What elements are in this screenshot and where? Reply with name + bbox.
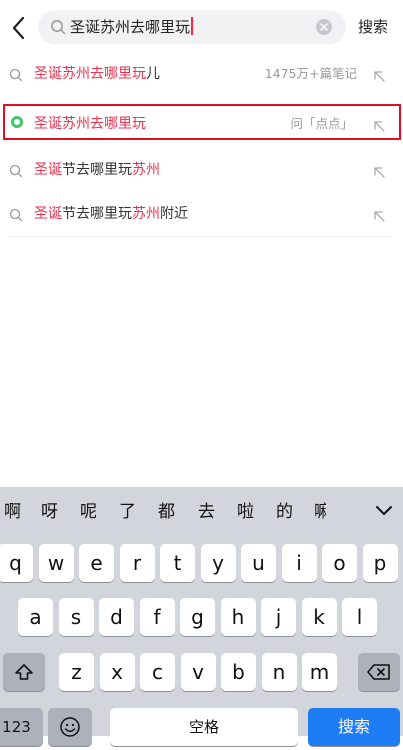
highlight-text: 圣诞 [34,206,62,222]
numbers-key[interactable]: 123 [0,708,43,746]
suggestion-item[interactable]: 圣诞节去哪里玩苏州 [0,152,403,188]
candidate-bar: 啊呀呢了都 去啦的嘛 [0,487,403,537]
delete-key[interactable] [358,653,400,691]
key-a[interactable]: a [18,598,53,636]
shift-key[interactable] [3,653,45,691]
search-icon [9,207,23,222]
key-r[interactable]: r [119,544,155,582]
back-icon[interactable] [9,14,29,42]
suggestion-item[interactable]: 圣诞苏州去哪里玩 问「点点」 [3,104,401,140]
suggestion-text: 圣诞节去哪里玩苏州附近 [34,203,188,225]
go-key[interactable]: 搜索 [308,708,400,746]
key-s[interactable]: s [58,598,94,636]
candidate-word[interactable]: 都 [158,501,175,523]
chevron-down-icon[interactable] [374,503,394,517]
highlight-text: 圣诞苏州去哪里玩 [34,66,146,82]
candidate-word[interactable]: 啦 [237,501,254,523]
key-u[interactable]: u [241,544,276,582]
highlight-text: 圣诞苏州去哪里玩 [34,116,146,132]
key-f[interactable]: f [139,598,175,636]
key-n[interactable]: n [261,653,297,691]
key-o[interactable]: o [322,544,357,582]
key-b[interactable]: b [221,653,256,691]
ai-dot-icon [11,116,23,128]
key-l[interactable]: l [342,598,377,636]
plain-text: 儿 [146,66,160,82]
key-z[interactable]: z [59,653,94,691]
key-m[interactable]: m [302,653,337,691]
candidate-word[interactable]: 呢 [80,501,97,523]
candidate-word[interactable]: 呀 [41,501,58,523]
candidate-word[interactable]: 的 [276,501,293,523]
key-w[interactable]: w [38,544,74,582]
text-caret [191,17,194,35]
search-input[interactable]: 圣诞苏州去哪里玩 [38,10,346,44]
key-q[interactable]: q [0,544,33,582]
search-icon [9,67,23,82]
suggestion-item[interactable]: 圣诞节去哪里玩苏州附近 [0,196,403,232]
search-header: 圣诞苏州去哪里玩 搜索 [0,0,403,56]
space-key[interactable]: 空格 [110,708,298,746]
key-c[interactable]: c [140,653,175,691]
candidate-word[interactable]: 去 [198,501,215,523]
key-y[interactable]: y [200,544,236,582]
fill-query-arrow-icon[interactable] [372,208,386,222]
clear-icon[interactable] [316,19,332,35]
search-button[interactable]: 搜索 [358,16,388,38]
key-p[interactable]: p [362,544,398,582]
key-h[interactable]: h [220,598,256,636]
key-g[interactable]: g [180,598,215,636]
key-x[interactable]: x [99,653,135,691]
fill-query-arrow-icon[interactable] [372,68,386,82]
search-icon [9,163,23,178]
candidate-word[interactable]: 啊 [4,501,21,523]
search-icon [50,19,66,35]
plain-text: 节去哪里玩 [62,206,132,222]
key-d[interactable]: d [99,598,134,636]
key-t[interactable]: t [160,544,195,582]
plain-text: 节去哪里玩 [62,162,132,178]
fill-query-arrow-icon[interactable] [372,118,386,132]
key-i[interactable]: i [281,544,317,582]
emoji-key[interactable] [48,708,92,746]
suggestion-text: 圣诞苏州去哪里玩 [34,113,146,135]
key-v[interactable]: v [180,653,216,691]
suggestion-item[interactable]: 圣诞苏州去哪里玩儿 1475万+篇笔记 [0,56,403,92]
suggestion-text: 圣诞节去哪里玩苏州 [34,159,160,181]
plain-text: 附近 [160,206,188,222]
key-e[interactable]: e [79,544,114,582]
suggestion-meta: 问「点点」 [290,116,353,131]
highlight-text: 苏州 [132,206,160,222]
key-j[interactable]: j [261,598,296,636]
highlight-text: 圣诞 [34,162,62,178]
keyboard: 啊呀呢了都 去啦的嘛 q w e r t y u i o p a s d f g h j k l z x c v b n m 123 空… [0,487,403,746]
divider [9,236,391,237]
key-k[interactable]: k [301,598,337,636]
suggestion-meta: 1475万+篇笔记 [264,66,357,81]
candidate-word[interactable]: 嘛 [314,501,326,523]
suggestion-text: 圣诞苏州去哪里玩儿 [34,63,160,85]
fill-query-arrow-icon[interactable] [372,164,386,178]
search-query[interactable]: 圣诞苏州去哪里玩 [70,17,194,37]
candidate-word[interactable]: 了 [119,501,136,523]
highlight-text: 苏州 [132,162,160,178]
